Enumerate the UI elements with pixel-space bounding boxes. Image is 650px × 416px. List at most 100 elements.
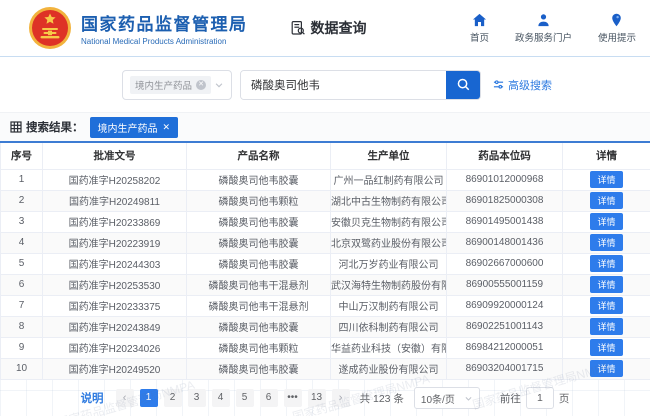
- detail-button[interactable]: 详情: [590, 192, 622, 209]
- nav-usage-tips[interactable]: 使用提示: [598, 13, 636, 44]
- pager-page-4[interactable]: 4: [212, 389, 230, 407]
- row-detail-cell: 详情: [563, 169, 650, 190]
- page-size-value: 10条/页: [421, 391, 455, 406]
- nav-home-label: 首页: [470, 30, 489, 44]
- row-no: 4: [1, 232, 43, 253]
- category-select[interactable]: 境内生产药品 ✕: [122, 70, 232, 100]
- results-table: 序号 批准文号 产品名称 生产单位 药品本位码 详情 1国药准字H2025820…: [0, 141, 650, 380]
- grid-icon: [10, 121, 22, 133]
- row-drug-code: 86909920000124: [447, 295, 563, 316]
- nav-usage-tips-label: 使用提示: [598, 30, 636, 44]
- note-link[interactable]: 说明: [81, 390, 104, 406]
- tag-remove-icon[interactable]: ✕: [196, 80, 206, 90]
- row-approval-number: 国药准字H20233869: [43, 211, 187, 232]
- page-size-select[interactable]: 10条/页: [414, 387, 480, 409]
- row-drug-code: 86901012000968: [447, 169, 563, 190]
- row-no: 5: [1, 253, 43, 274]
- top-nav: 首页 政务服务门户 使用提示: [470, 13, 636, 44]
- pager-next-button[interactable]: ›: [332, 389, 350, 407]
- pager-page-5[interactable]: 5: [236, 389, 254, 407]
- row-approval-number: 国药准字H20233375: [43, 295, 187, 316]
- table-row: 9国药准字H20234026磷酸奥司他韦颗粒华益药业科技（安徽）有限公司8698…: [1, 337, 650, 358]
- row-manufacturer: 四川依科制药有限公司: [331, 316, 447, 337]
- advanced-search-label: 高级搜索: [508, 77, 552, 93]
- row-manufacturer: 河北万岁药业有限公司: [331, 253, 447, 274]
- detail-button[interactable]: 详情: [590, 255, 622, 272]
- row-product-name: 磷酸奥司他韦胶囊: [187, 232, 331, 253]
- row-no: 6: [1, 274, 43, 295]
- row-no: 3: [1, 211, 43, 232]
- chevron-down-icon: [464, 394, 473, 403]
- pagination-bar: 说明 ‹ 123456•••13 › 共 123 条 10条/页 前往 页: [0, 380, 650, 416]
- nav-home[interactable]: 首页: [470, 13, 489, 44]
- row-drug-code: 86902251001143: [447, 316, 563, 337]
- table-row: 4国药准字H20223919磷酸奥司他韦胶囊北京双鹭药业股份有限公司869001…: [1, 232, 650, 253]
- category-tag-label: 境内生产药品: [135, 78, 192, 92]
- filter-tag-label: 境内生产药品: [98, 120, 158, 135]
- goto-page-input[interactable]: [526, 387, 554, 409]
- detail-button[interactable]: 详情: [590, 339, 622, 356]
- row-detail-cell: 详情: [563, 190, 650, 211]
- document-search-icon: [290, 20, 306, 36]
- filter-tag-close-icon[interactable]: ✕: [163, 122, 171, 133]
- row-manufacturer: 北京双鹭药业股份有限公司: [331, 232, 447, 253]
- table-row: 3国药准字H20233869磷酸奥司他韦胶囊安徽贝克生物制药有限公司869014…: [1, 211, 650, 232]
- pager-page-6[interactable]: 6: [260, 389, 278, 407]
- row-drug-code: 86903204001715: [447, 358, 563, 379]
- pager-prev-button[interactable]: ‹: [116, 389, 134, 407]
- advanced-search-link[interactable]: 高级搜索: [493, 77, 552, 93]
- org-name-en: National Medical Products Administration: [81, 37, 248, 46]
- data-query-title[interactable]: 数据查询: [290, 18, 367, 38]
- filter-tag[interactable]: 境内生产药品 ✕: [90, 117, 179, 138]
- detail-button[interactable]: 详情: [590, 171, 622, 188]
- row-drug-code: 86900148001436: [447, 232, 563, 253]
- row-detail-cell: 详情: [563, 358, 650, 379]
- row-product-name: 磷酸奥司他韦颗粒: [187, 337, 331, 358]
- row-approval-number: 国药准字H20253530: [43, 274, 187, 295]
- pager-page-3[interactable]: 3: [188, 389, 206, 407]
- pager-page-1[interactable]: 1: [140, 389, 158, 407]
- filter-sliders-icon: [493, 79, 504, 90]
- detail-button[interactable]: 详情: [590, 360, 622, 377]
- nav-gov-portal[interactable]: 政务服务门户: [515, 13, 572, 44]
- row-no: 10: [1, 358, 43, 379]
- results-table-body: 1国药准字H20258202磷酸奥司他韦胶囊广州一品红制药有限公司8690101…: [1, 169, 650, 379]
- pager-page-2[interactable]: 2: [164, 389, 182, 407]
- row-detail-cell: 详情: [563, 295, 650, 316]
- detail-button[interactable]: 详情: [590, 234, 622, 251]
- row-product-name: 磷酸奥司他韦胶囊: [187, 358, 331, 379]
- row-detail-cell: 详情: [563, 211, 650, 232]
- table-header-row: 序号 批准文号 产品名称 生产单位 药品本位码 详情: [1, 143, 650, 169]
- search-input-group: [240, 70, 481, 100]
- table-row: 8国药准字H20243849磷酸奥司他韦胶囊四川依科制药有限公司86902251…: [1, 316, 650, 337]
- row-approval-number: 国药准字H20234026: [43, 337, 187, 358]
- goto-prefix: 前往: [500, 391, 521, 406]
- nav-gov-portal-label: 政务服务门户: [515, 30, 572, 44]
- row-manufacturer: 广州一品红制药有限公司: [331, 169, 447, 190]
- col-product: 产品名称: [187, 143, 331, 169]
- row-detail-cell: 详情: [563, 316, 650, 337]
- row-detail-cell: 详情: [563, 274, 650, 295]
- pager-pages: 123456 ••• 13: [140, 389, 326, 407]
- user-icon: [536, 13, 551, 27]
- search-input[interactable]: [241, 71, 446, 99]
- detail-button[interactable]: 详情: [590, 213, 622, 230]
- row-product-name: 磷酸奥司他韦胶囊: [187, 169, 331, 190]
- row-drug-code: 86984212000051: [447, 337, 563, 358]
- detail-button[interactable]: 详情: [590, 297, 622, 314]
- detail-button[interactable]: 详情: [590, 318, 622, 335]
- row-drug-code: 86901495001438: [447, 211, 563, 232]
- brand-text: 国家药品监督管理局 National Medical Products Admi…: [81, 10, 248, 46]
- row-no: 1: [1, 169, 43, 190]
- search-icon: [456, 77, 471, 92]
- pager-ellipsis[interactable]: •••: [284, 389, 302, 407]
- col-no: 序号: [1, 143, 43, 169]
- row-manufacturer: 遂成药业股份有限公司: [331, 358, 447, 379]
- row-product-name: 磷酸奥司他韦胶囊: [187, 316, 331, 337]
- table-row: 6国药准字H20253530磷酸奥司他韦干混悬剂武汉海特生物制药股份有限公司86…: [1, 274, 650, 295]
- detail-button[interactable]: 详情: [590, 276, 622, 293]
- search-button[interactable]: [446, 71, 480, 99]
- pager-page-13[interactable]: 13: [308, 389, 326, 407]
- table-row: 5国药准字H20244303磷酸奥司他韦胶囊河北万岁药业有限公司86902667…: [1, 253, 650, 274]
- row-approval-number: 国药准字H20249811: [43, 190, 187, 211]
